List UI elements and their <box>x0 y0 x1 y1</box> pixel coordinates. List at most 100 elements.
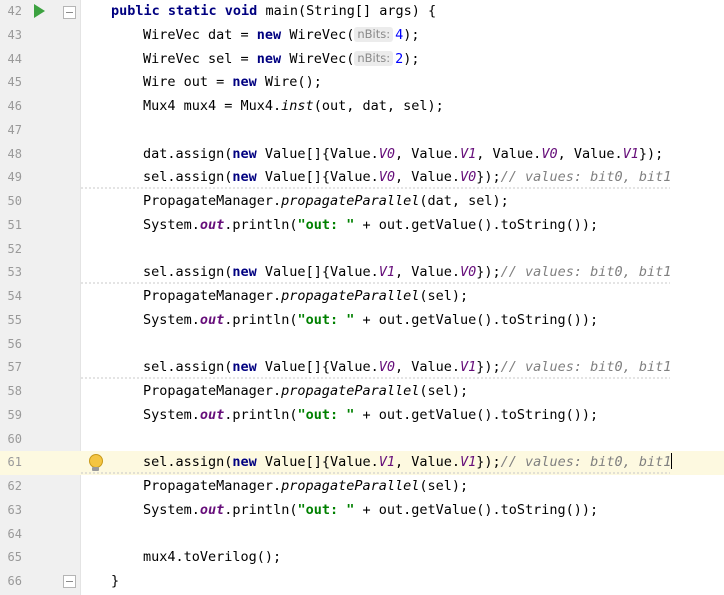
keyword: public static void <box>111 3 258 19</box>
line-number: 63 <box>7 502 22 517</box>
line-number: 56 <box>7 336 22 351</box>
enum-constant: V0 <box>541 145 558 162</box>
static-field: out <box>199 311 225 328</box>
code-line-51[interactable]: 51 System.out.println("out: " + out.getV… <box>0 214 724 238</box>
code-line-56[interactable]: 56 <box>0 333 724 357</box>
code-line-46[interactable]: 46 Mux4 mux4 = Mux4.inst(out, dat, sel); <box>0 95 724 119</box>
keyword: new <box>232 264 257 281</box>
comment: // values: bit0, bit1 <box>500 264 672 281</box>
code-line-55[interactable]: 55 System.out.println("out: " + out.getV… <box>0 309 724 333</box>
code-line-43[interactable]: 43 WireVec dat = new WireVec(nBits: 4); <box>0 24 724 48</box>
line-number: 52 <box>7 241 22 256</box>
code-text: , Value. <box>394 264 461 281</box>
enum-constant: V0 <box>378 169 395 186</box>
static-method: propagateParallel <box>281 288 420 304</box>
code-text: Value[]{Value. <box>256 454 379 471</box>
code-text: , Value. <box>394 454 461 471</box>
code-text: , Value. <box>394 145 461 162</box>
code-line-61-current[interactable]: 61 sel.assign(new Value[]{Value.V1, Valu… <box>0 451 724 475</box>
code-line-60[interactable]: 60 <box>0 428 724 452</box>
code-text: (sel); <box>419 288 469 304</box>
code-text: }); <box>638 145 664 162</box>
enum-constant: V1 <box>460 145 477 162</box>
line-number: 53 <box>7 265 22 280</box>
code-text: } <box>111 573 120 589</box>
code-text: , Value. <box>557 145 623 162</box>
static-field: out <box>199 501 225 518</box>
enum-constant: V1 <box>460 454 477 471</box>
code-text: + out.getValue().toString()); <box>354 501 599 518</box>
code-text: System. <box>143 501 200 518</box>
code-text: main(String[] args) { <box>257 3 437 19</box>
code-text: dat.assign( <box>143 145 233 162</box>
code-text: WireVec sel = <box>143 50 257 67</box>
static-method: propagateParallel <box>281 193 420 209</box>
code-line-47[interactable]: 47 <box>0 119 724 143</box>
code-text: ); <box>403 50 420 67</box>
string-literal: "out: " <box>297 216 355 233</box>
code-text: Mux4 mux4 = Mux4. <box>143 98 282 114</box>
code-line-64[interactable]: 64 <box>0 523 724 547</box>
enum-constant: V1 <box>378 264 395 281</box>
code-line-65[interactable]: 65 mux4.toVerilog(); <box>0 546 724 570</box>
enum-constant: V0 <box>378 145 395 162</box>
code-text: Value[]{Value. <box>256 169 379 186</box>
fold-icon[interactable] <box>63 575 76 588</box>
code-text: PropagateManager. <box>143 478 282 494</box>
number-literal: 4 <box>395 26 404 43</box>
code-text: (sel); <box>419 383 469 399</box>
code-text: WireVec( <box>281 50 355 67</box>
code-line-42[interactable]: 42 public static void main(String[] args… <box>0 0 724 24</box>
enum-constant: V0 <box>460 169 477 186</box>
code-line-48[interactable]: 48 dat.assign(new Value[]{Value.V0, Valu… <box>0 143 724 167</box>
code-text: System. <box>143 406 200 423</box>
line-number: 61 <box>7 455 22 470</box>
run-icon[interactable] <box>34 4 45 18</box>
line-number: 42 <box>7 4 22 18</box>
code-line-58[interactable]: 58 PropagateManager.propagateParallel(se… <box>0 380 724 404</box>
lightbulb-base <box>92 467 99 472</box>
number-literal: 2 <box>395 50 404 67</box>
keyword: new <box>256 26 282 43</box>
line-number: 44 <box>7 51 22 66</box>
code-line-57[interactable]: 57 sel.assign(new Value[]{Value.V0, Valu… <box>0 356 724 380</box>
code-line-52[interactable]: 52 <box>0 238 724 262</box>
code-line-49[interactable]: 49 sel.assign(new Value[]{Value.V0, Valu… <box>0 166 724 190</box>
line-number: 57 <box>7 360 22 375</box>
line-number: 50 <box>7 194 22 208</box>
line-number: 64 <box>7 526 22 541</box>
code-editor[interactable]: 42 public static void main(String[] args… <box>0 0 724 595</box>
code-line-54[interactable]: 54 PropagateManager.propagateParallel(se… <box>0 285 724 309</box>
code-text: + out.getValue().toString()); <box>354 406 599 423</box>
code-line-59[interactable]: 59 System.out.println("out: " + out.getV… <box>0 404 724 428</box>
line-number: 46 <box>7 99 22 113</box>
code-line-62[interactable]: 62 PropagateManager.propagateParallel(se… <box>0 475 724 499</box>
code-line-50[interactable]: 50 PropagateManager.propagateParallel(da… <box>0 190 724 214</box>
code-line-53[interactable]: 53 sel.assign(new Value[]{Value.V1, Valu… <box>0 261 724 285</box>
code-text: , Value. <box>394 169 461 186</box>
code-text: (dat, sel); <box>419 193 509 209</box>
code-text: System. <box>143 311 200 328</box>
lightbulb-icon[interactable] <box>89 454 103 469</box>
comment: // values: bit0, bit1 <box>500 454 672 471</box>
line-number: 55 <box>7 312 22 327</box>
code-text: PropagateManager. <box>143 288 282 304</box>
code-text: }); <box>476 264 501 281</box>
code-line-45[interactable]: 45 Wire out = new Wire(); <box>0 71 724 95</box>
code-text: + out.getValue().toString()); <box>354 216 599 233</box>
fold-icon[interactable] <box>63 6 76 19</box>
enum-constant: V1 <box>622 145 639 162</box>
code-text: sel.assign( <box>143 264 233 281</box>
code-text: .println( <box>224 406 298 423</box>
code-line-44[interactable]: 44 WireVec sel = new WireVec(nBits: 2); <box>0 48 724 72</box>
code-text: sel.assign( <box>143 359 233 376</box>
code-text: , Value. <box>394 359 461 376</box>
code-text: Value[]{Value. <box>256 264 379 281</box>
line-number: 62 <box>7 479 22 493</box>
code-line-63[interactable]: 63 System.out.println("out: " + out.getV… <box>0 499 724 523</box>
line-number: 54 <box>7 289 22 303</box>
line-number: 65 <box>7 550 22 565</box>
code-line-66[interactable]: 66 } <box>0 570 724 594</box>
code-text: }); <box>476 359 501 376</box>
param-hint: nBits: <box>354 26 394 42</box>
